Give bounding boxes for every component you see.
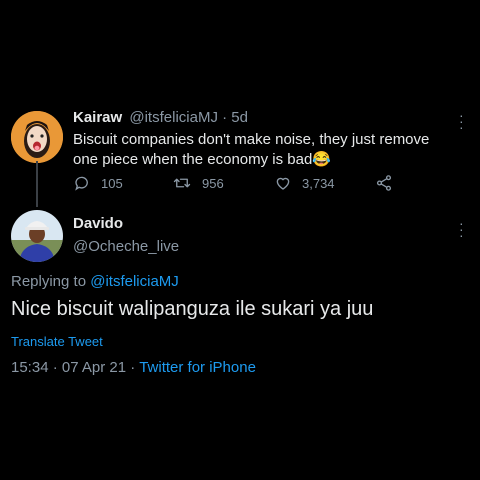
avatar-image <box>11 210 63 262</box>
handle[interactable]: @itsfeliciaMJ <box>129 109 218 126</box>
tweet-header: Kairaw @itsfeliciaMJ · 5d <box>73 109 248 126</box>
thread-line <box>36 161 38 207</box>
reply-date[interactable]: 07 Apr 21 <box>62 359 126 376</box>
retweet-count: 956 <box>202 175 224 191</box>
reply-time[interactable]: 15:34 <box>11 359 49 376</box>
heart-icon <box>276 177 290 190</box>
more-vertical-icon[interactable]: · · · <box>459 216 464 242</box>
reply-handle[interactable]: @Ocheche_live <box>73 238 179 255</box>
reply-button[interactable]: 105 <box>73 174 123 192</box>
retweet-icon <box>173 178 191 188</box>
replying-to: Replying to @itsfeliciaMJ <box>11 273 179 290</box>
reply-count: 105 <box>101 175 123 191</box>
tweet-age[interactable]: 5d <box>231 109 248 126</box>
avatar-kairaw[interactable] <box>11 111 63 163</box>
reply-text: Nice biscuit walipanguza ile sukari ya j… <box>11 298 374 320</box>
meta-separator: · <box>130 359 136 376</box>
display-name[interactable]: Kairaw <box>73 109 122 126</box>
reply-display-name[interactable]: Davido <box>73 215 123 232</box>
separator: · <box>222 109 228 126</box>
avatar-davido[interactable] <box>11 210 63 262</box>
reply-meta: 15:34 · 07 Apr 21 · Twitter for iPhone <box>11 359 256 376</box>
like-count: 3,734 <box>302 175 335 191</box>
retweet-button[interactable]: 956 <box>172 174 224 192</box>
like-button[interactable]: 3,734 <box>274 174 335 192</box>
translate-tweet-link[interactable]: Translate Tweet <box>11 334 103 349</box>
share-icon <box>376 175 392 191</box>
reply-source-link[interactable]: Twitter for iPhone <box>139 359 256 376</box>
share-button[interactable] <box>375 174 393 192</box>
speech-bubble-icon <box>75 176 88 191</box>
avatar-image <box>11 111 63 163</box>
replying-handle-link[interactable]: @itsfeliciaMJ <box>90 273 179 290</box>
meta-separator: · <box>52 359 58 376</box>
replying-prefix: Replying to <box>11 273 87 290</box>
tweet-text: Biscuit companies don't make noise, they… <box>73 131 430 168</box>
more-vertical-icon[interactable]: · · · <box>459 108 464 134</box>
